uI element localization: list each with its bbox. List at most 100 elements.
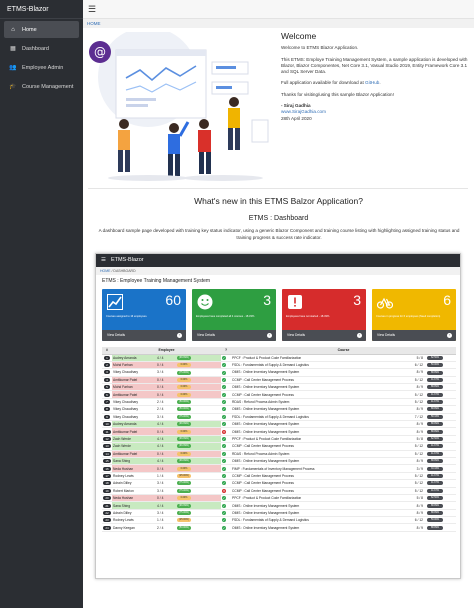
check-circle-icon: ✓ xyxy=(222,355,226,360)
progress-badge: (75.00%) xyxy=(177,414,191,419)
check-circle-icon: ✓ xyxy=(222,444,226,449)
status-cell: ✓ xyxy=(221,368,231,377)
table-row[interactable]: 15 Sana Shing 4 / 4 (99.99%) ✓ OIMS : Online … xyxy=(102,457,457,466)
chart-icon xyxy=(107,294,123,310)
row-index: 24 xyxy=(102,523,112,532)
employee-name: Audrey Amanda xyxy=(112,354,156,362)
course-rate-badge: 41.67% xyxy=(427,451,443,456)
table-row[interactable]: 13 Zach Werde 4 / 4 (99.99%) ✓ CCMP : Call Ce… xyxy=(102,442,457,451)
course-rate-badge: 62.50% xyxy=(427,437,443,442)
row-index: 2 xyxy=(102,361,112,370)
screenshot-crumb-page: DASHBOARD xyxy=(113,269,136,273)
course-progress: 41.67% xyxy=(424,398,457,407)
employee-score: 4 / 4 xyxy=(156,354,174,362)
table-row[interactable]: 4 Amitkumar Patel 0 / 4 0.00% ✓ CCMP : Call C… xyxy=(102,376,457,385)
row-index: 20 xyxy=(102,494,112,503)
table-row[interactable]: 2 Mohd Farhan 0 / 4 0.00% ✓ FSDL : Fundamenta… xyxy=(102,361,457,370)
breadcrumb-home[interactable]: HOME xyxy=(87,21,101,26)
sidebar-item-course-management[interactable]: 🎓 Course Management xyxy=(4,78,79,95)
course-score: 3 / 9 xyxy=(397,464,424,473)
employee-progress: (99.99%) xyxy=(174,420,221,429)
employee-score: 4 / 4 xyxy=(156,435,174,444)
kpi-text: Employees have completed all 4 courses -… xyxy=(196,315,255,318)
row-index: 8 xyxy=(102,405,112,414)
table-row[interactable]: 23 Rodney Lewis 1 / 4 (25.00%) ✓ FSDL : Funda… xyxy=(102,516,457,525)
table-row[interactable]: 24 Danny Keegan 2 / 4 (50.00%) ✓ OIMS : Onlin… xyxy=(102,523,457,532)
employee-progress: (50.00%) xyxy=(174,398,221,407)
warning-icon xyxy=(287,294,303,310)
view-details-button[interactable]: View Details › xyxy=(282,330,366,341)
course-rate-badge: 88.89% xyxy=(427,503,443,508)
table-row[interactable]: 17 Rodney Lewis 1 / 4 (25.00%) ✓ CCMP : Call … xyxy=(102,472,457,481)
course-score: 5 / 12 xyxy=(397,487,424,495)
kpi-card: 6 Courses in progress for 6 employees (Ne… xyxy=(372,289,456,341)
sidebar-item-dashboard[interactable]: ▦ Dashboard xyxy=(4,40,79,57)
status-cell: ✓ xyxy=(221,523,231,532)
view-details-button[interactable]: View Details › xyxy=(102,330,186,341)
employee-score: 4 / 4 xyxy=(156,501,174,510)
check-circle-icon: ✓ xyxy=(222,466,226,471)
course-score: 5 / 8 xyxy=(397,435,424,444)
table-row[interactable]: 1 Audrey Amanda 4 / 4 (99.99%) ✓ PPCF : Produ… xyxy=(102,354,457,362)
table-row[interactable]: 5 Mohd Farhan 0 / 4 0.00% ✓ OIMS : Online Inv… xyxy=(102,383,457,392)
table-row[interactable]: 16 Neda Hushan 0 / 4 0.00% ✓ FIMP : Fundament… xyxy=(102,464,457,473)
author-name: - Siraj Gadhia xyxy=(281,103,311,109)
menu-toggle-icon[interactable]: ☰ xyxy=(88,4,96,15)
table-row[interactable]: 11 Amitkumar Patel 0 / 4 0.00% ✕ OIMS : Onlin… xyxy=(102,427,457,436)
kpi-text: Courses in progress for 6 employees (Nee… xyxy=(376,315,441,318)
header-status: ? xyxy=(221,347,231,355)
course-score: 8 / 9 xyxy=(397,420,424,429)
table-row[interactable]: 21 Sana Shing 4 / 4 (99.99%) ✓ OIMS : Online … xyxy=(102,501,457,510)
github-link[interactable]: GitHub xyxy=(365,80,379,85)
table-row[interactable]: 9 Vikey Chaudhary 3 / 4 (75.00%) ✓ FSDL : Fun… xyxy=(102,413,457,422)
table-row[interactable]: 14 Amitkumar Patel 0 / 4 0.00% ✓ RDAS : Refun… xyxy=(102,450,457,458)
table-row[interactable]: 20 Neda Hushan 0 / 4 0.00% ✓ PPCF : Product &… xyxy=(102,494,457,503)
course-progress: 88.89% xyxy=(424,501,457,510)
employee-progress: 0.00% xyxy=(174,450,221,458)
table-row[interactable]: 8 Vikey Chaudhary 2 / 4 (50.00%) ✓ OIMS : Onl… xyxy=(102,405,457,414)
course-rate-badge: 88.89% xyxy=(427,385,443,390)
status-cell: ✓ xyxy=(221,501,231,510)
table-row[interactable]: 6 Amitkumar Patel 0 / 4 0.00% ✓ CCMP : Call C… xyxy=(102,390,457,399)
row-index: 7 xyxy=(102,398,112,407)
table-row[interactable]: 3 Vikey Chaudhary 3 / 4 (75.00%) ✓ OIMS : Onl… xyxy=(102,368,457,377)
smile-icon xyxy=(197,294,213,310)
welcome-description: This ETMS: Employe Training Management S… xyxy=(281,56,468,75)
author-site-link[interactable]: www.SirajGadhia.com xyxy=(281,109,326,114)
table-row[interactable]: 10 Audrey Amanda 4 / 4 (99.99%) ✓ OIMS : Onli… xyxy=(102,420,457,429)
sidebar-item-employee-admin[interactable]: 👥 Employee Admin xyxy=(4,59,79,76)
employee-progress: (75.00%) xyxy=(174,487,221,495)
whats-new-title: What's new in this ETMS Balzor Applicati… xyxy=(194,196,363,206)
table-row[interactable]: 7 Vikey Chaudhary 2 / 4 (50.00%) ✓ RDAS : Ref… xyxy=(102,398,457,407)
course-score: 5 / 12 xyxy=(397,442,424,451)
progress-badge: 0.00% xyxy=(177,451,191,456)
row-number: 21 xyxy=(103,503,111,508)
employee-score: 3 / 4 xyxy=(156,509,174,518)
progress-badge: (99.99%) xyxy=(177,444,191,449)
welcome-title: Welcome xyxy=(281,31,317,41)
course-score: 8 / 9 xyxy=(397,427,424,436)
row-number: 12 xyxy=(103,436,111,441)
table-row[interactable]: 18 Adrain Dilley 3 / 4 (75.00%) ✓ CCMP : Call… xyxy=(102,479,457,488)
course-score: 5 / 12 xyxy=(397,376,424,385)
view-details-button[interactable]: View Details › xyxy=(372,330,456,341)
table-row[interactable]: 19 Robert Marion 3 / 4 (75.00%) ✕ CCMP : Call… xyxy=(102,487,457,495)
dashboard-subtitle: ETMS : Dashboard xyxy=(248,215,309,222)
table-row[interactable]: 12 Zach Werde 4 / 4 (99.99%) ✓ PPCF : Product… xyxy=(102,435,457,444)
app-brand[interactable]: ETMS-Blazor xyxy=(0,0,83,19)
sidebar-item-home[interactable]: ⌂ Home xyxy=(4,21,79,38)
course-name: OIMS : Online Inventory Management Syste… xyxy=(231,405,397,414)
course-score: 8 / 9 xyxy=(397,457,424,466)
row-number: 2 xyxy=(104,363,110,368)
course-rate-badge: 41.67% xyxy=(427,474,443,478)
author-block: - Siraj Gadhia www.SirajGadhia.com 28th … xyxy=(281,103,469,122)
row-index: 17 xyxy=(102,472,112,481)
home-icon: ⌂ xyxy=(11,26,15,33)
table-row[interactable]: 22 Adrain Dilley 3 / 4 (75.00%) ✓ OIMS : Onli… xyxy=(102,509,457,518)
screenshot-title: ETMS : Employee Training Management Syst… xyxy=(102,278,211,284)
top-bar: ☰ xyxy=(83,0,474,19)
kpi-value: 3 xyxy=(353,292,361,308)
course-name: PPCF : Product & Product Code Familiariz… xyxy=(231,435,397,444)
view-details-button[interactable]: View Details › xyxy=(192,330,276,341)
course-score: 8 / 9 xyxy=(397,501,424,510)
